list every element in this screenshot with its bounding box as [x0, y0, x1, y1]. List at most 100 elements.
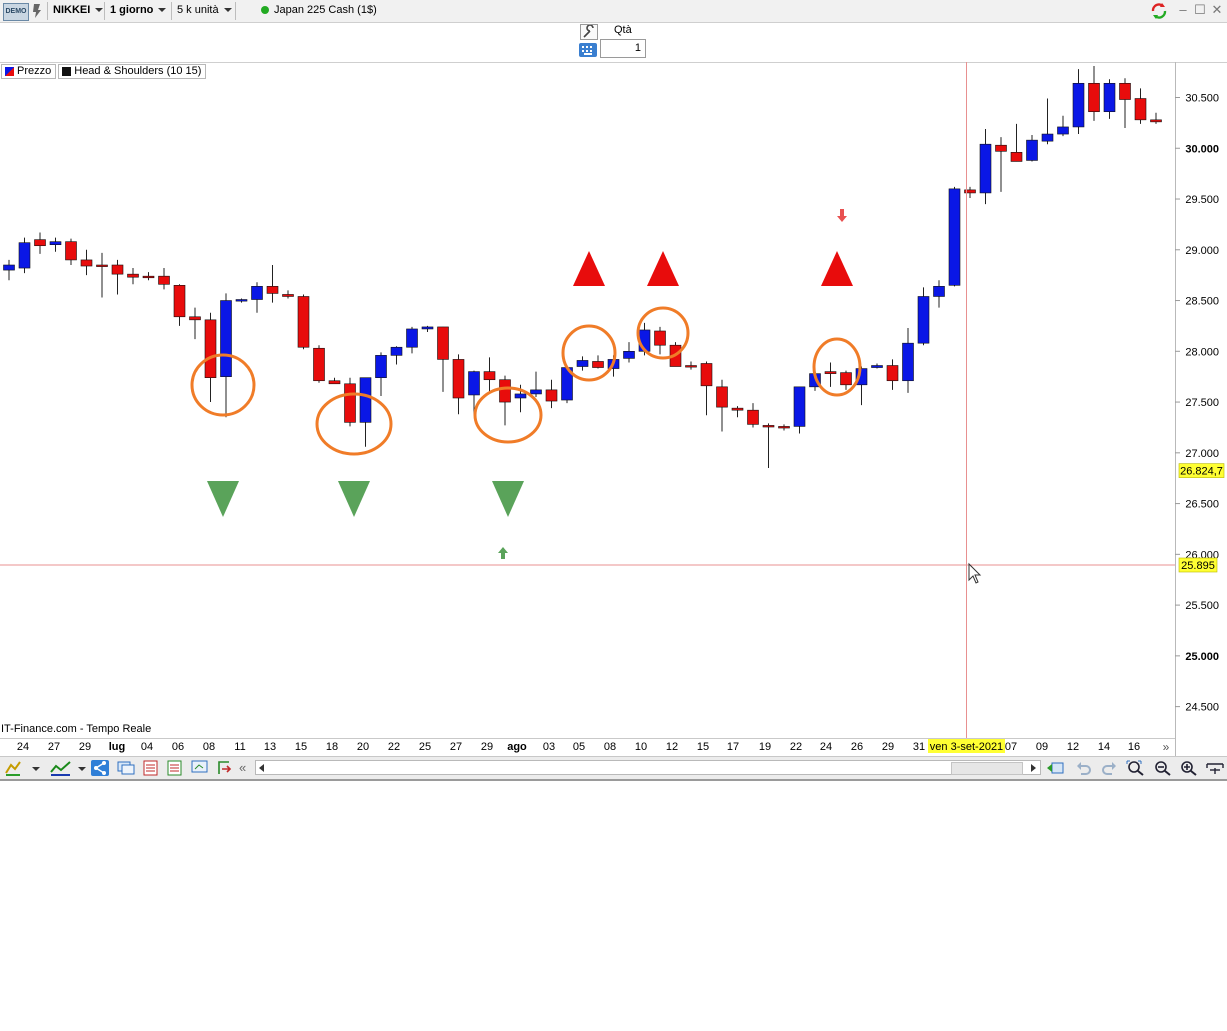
- candle-body: [266, 286, 279, 294]
- candle-body: [1072, 82, 1085, 128]
- legend-price[interactable]: Prezzo: [1, 64, 57, 79]
- source-label: IT-Finance.com - Tempo Reale: [1, 723, 151, 735]
- x-tick-label: lug: [109, 741, 126, 753]
- pattern-markers: [190, 209, 862, 559]
- price-chart[interactable]: 30.500 30.000 29.500 29.000 28.500 28.000 27.5…: [0, 62, 1227, 757]
- bullish-pattern-marker: [338, 481, 370, 517]
- x-tick-label: 12: [1067, 741, 1079, 753]
- collapse-left-icon[interactable]: «: [239, 760, 251, 776]
- alerts-icon[interactable]: [117, 760, 135, 776]
- legend-indicator[interactable]: Head & Shoulders (10 15): [58, 64, 207, 79]
- candle-body: [793, 386, 806, 427]
- minimize-button[interactable]: –: [1176, 3, 1190, 17]
- instrument-select[interactable]: NIKKEI: [53, 0, 104, 22]
- go-to-start-icon[interactable]: [1045, 760, 1064, 776]
- candle-body: [514, 393, 527, 399]
- qty-input[interactable]: 1: [600, 39, 646, 58]
- qty-label: Qtà: [614, 24, 632, 36]
- candle-body: [995, 144, 1007, 152]
- orders-list-icon[interactable]: [142, 760, 160, 776]
- y-tick-label: 26.500: [1185, 499, 1219, 511]
- highlight-circle: [561, 324, 617, 382]
- maximize-button[interactable]: ☐: [1193, 3, 1207, 17]
- candle-body: [700, 363, 713, 387]
- candle-body: [623, 350, 635, 359]
- candle-body: [235, 299, 248, 302]
- demo-badge: DEMO: [3, 3, 29, 21]
- x-tick-label: 13: [264, 741, 276, 753]
- y-tick-label: 28.500: [1185, 296, 1219, 308]
- candle-body: [80, 259, 93, 267]
- chart-legend: Prezzo Head & Shoulders (10 15): [1, 64, 207, 79]
- x-tick-label: 08: [604, 741, 616, 753]
- zoom-full-icon[interactable]: [1205, 760, 1225, 776]
- share-icon[interactable]: [91, 760, 109, 776]
- chevron-down-icon[interactable]: [32, 760, 42, 776]
- y-tick-label: 27.500: [1185, 397, 1219, 409]
- candle-body: [297, 296, 310, 348]
- market-name: Japan 225 Cash (1$): [274, 4, 377, 16]
- mouse-cursor-icon: [968, 562, 982, 584]
- candle-body: [1088, 82, 1100, 113]
- candle-body: [685, 365, 697, 368]
- candle-body: [871, 365, 883, 368]
- units-select[interactable]: 5 k unità: [177, 0, 232, 22]
- candle-body: [421, 326, 434, 330]
- top-toolbar: DEMO NIKKEI 1 giorno 5 k unità Japan 225…: [0, 0, 1227, 23]
- positions-icon[interactable]: [166, 760, 184, 776]
- x-tick-label: 24: [17, 741, 29, 753]
- scroll-left-arrow-icon[interactable]: [259, 764, 264, 772]
- scroll-right-arrow-icon[interactable]: [1031, 764, 1036, 772]
- zoom-fit-icon[interactable]: [1126, 760, 1144, 776]
- candle-body: [592, 361, 604, 368]
- order-panel: Qtà 1: [577, 22, 657, 60]
- candle-body: [824, 371, 837, 374]
- candle-body: [65, 241, 77, 261]
- x-tick-label: 26: [851, 741, 863, 753]
- sync-icon[interactable]: [1149, 0, 1169, 22]
- chevron-down-icon[interactable]: [78, 760, 88, 776]
- window-layout-icon[interactable]: [191, 760, 209, 776]
- zoom-in-icon[interactable]: [1179, 760, 1197, 776]
- timeframe-select[interactable]: 1 giorno: [110, 0, 167, 22]
- candle-body: [483, 371, 496, 381]
- legend-indicator-label: Head & Shoulders (10 15): [74, 65, 202, 77]
- wrench-icon[interactable]: [580, 24, 598, 40]
- x-tick-label: 22: [790, 741, 802, 753]
- close-button[interactable]: ✕: [1210, 3, 1224, 17]
- highlight-circle: [812, 337, 862, 397]
- candle-body: [111, 264, 124, 275]
- candle-body: [654, 330, 666, 346]
- bullish-pattern-marker: [207, 481, 239, 517]
- cursor-date-label: ven 3-set-2021: [930, 741, 1003, 753]
- connection-icon[interactable]: [31, 0, 43, 22]
- x-tick-label: 06: [172, 741, 184, 753]
- candle-body: [840, 372, 852, 386]
- price-swatch-icon: [5, 67, 14, 76]
- redo-icon[interactable]: [1100, 760, 1118, 776]
- candle-body: [468, 371, 480, 396]
- scroll-right-icon[interactable]: »: [1163, 740, 1170, 754]
- export-icon[interactable]: [216, 760, 234, 776]
- indicators-icon[interactable]: [50, 760, 71, 776]
- x-tick-label: 18: [326, 741, 338, 753]
- zoom-out-icon[interactable]: [1153, 760, 1171, 776]
- crosshair: 26.824,7 25.895 ven 3-set-2021: [0, 62, 1225, 753]
- drawing-tools-icon[interactable]: [4, 760, 22, 776]
- candle-body: [251, 286, 263, 300]
- candle-body: [1010, 152, 1023, 162]
- candle-body: [778, 426, 790, 429]
- y-tick-label: 28.000: [1185, 346, 1219, 358]
- candle-body: [49, 241, 62, 246]
- undo-icon[interactable]: [1075, 760, 1093, 776]
- keypad-icon[interactable]: [579, 43, 597, 57]
- x-tick-label: 20: [357, 741, 369, 753]
- scroll-thumb[interactable]: [951, 762, 1023, 775]
- y-tick-label: 27.000: [1185, 448, 1219, 460]
- candle-body: [204, 319, 217, 378]
- bullish-pattern-marker: [492, 481, 524, 517]
- y-tick-label: 29.500: [1185, 194, 1219, 206]
- chart-scrollbar[interactable]: [255, 760, 1041, 775]
- candle-body: [1119, 82, 1131, 100]
- arrow-down-icon: [837, 209, 847, 222]
